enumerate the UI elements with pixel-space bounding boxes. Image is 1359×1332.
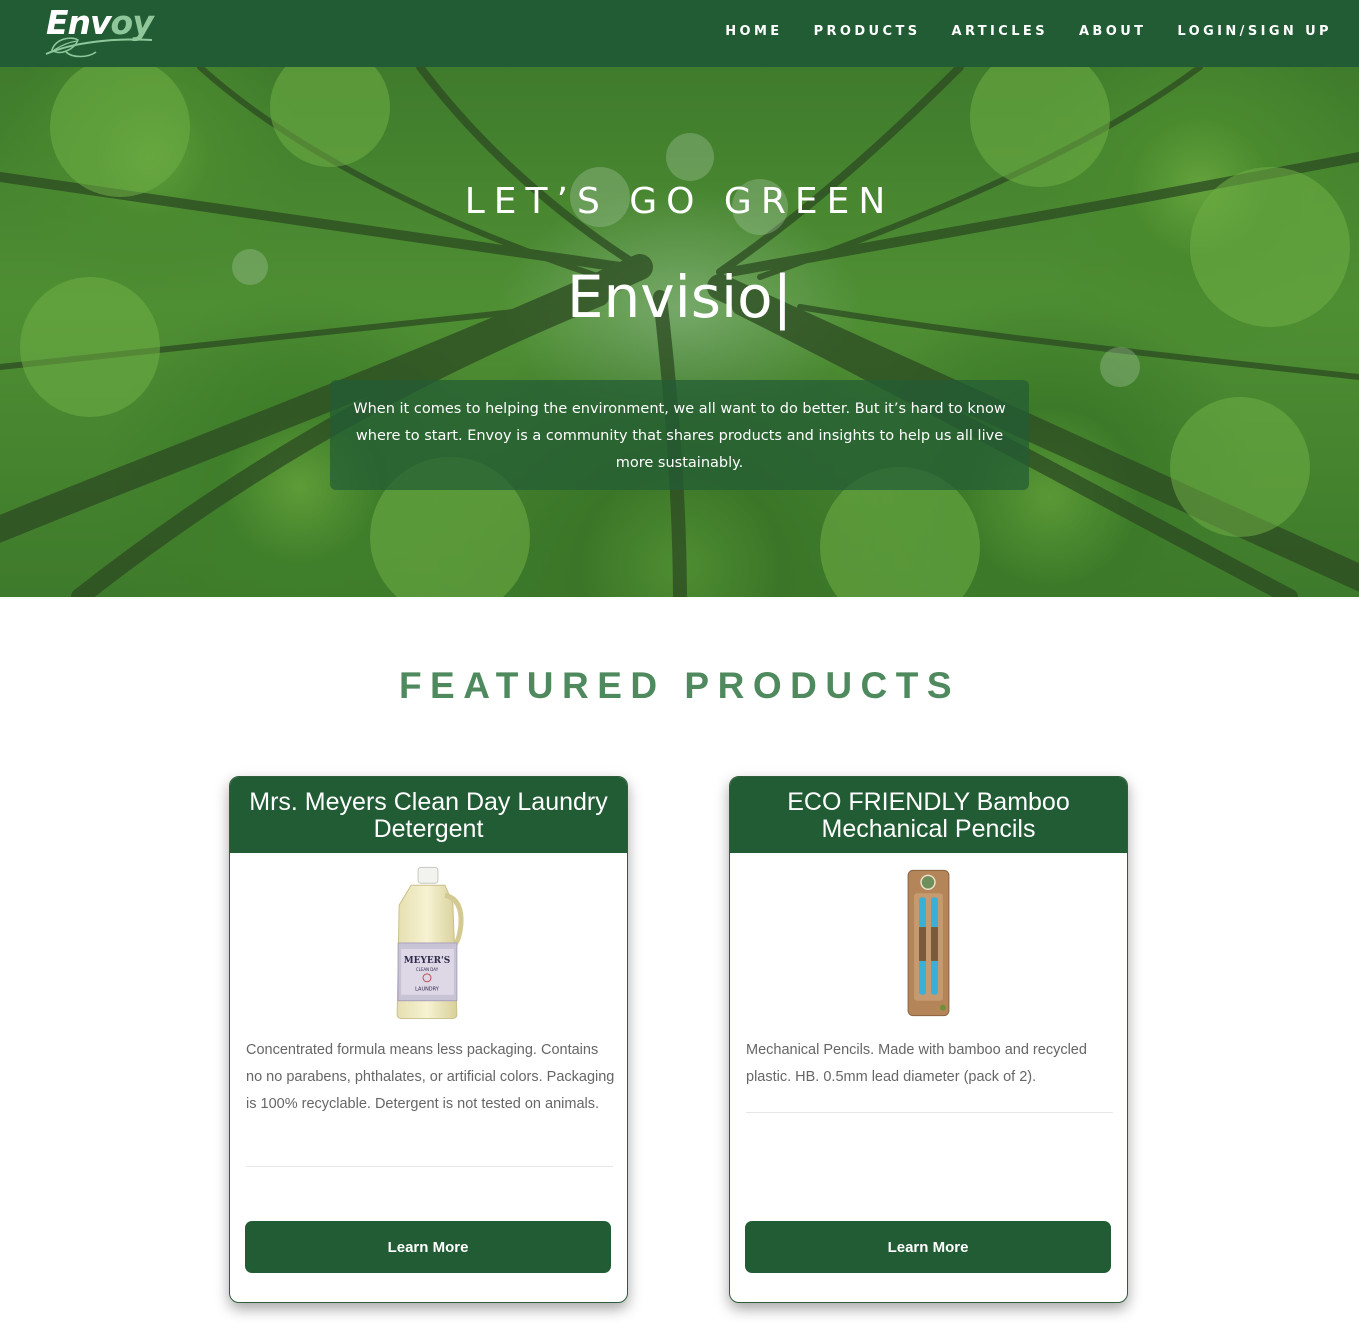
- nav-about[interactable]: ABOUT: [1079, 24, 1146, 39]
- nav-products[interactable]: PRODUCTS: [814, 24, 921, 39]
- nav-login-signup[interactable]: LOGIN/SIGN UP: [1177, 24, 1332, 39]
- product-title: Mrs. Meyers Clean Day Laundry Detergent: [230, 777, 627, 853]
- hero-section: LET’S GO GREEN Envisio| When it comes to…: [0, 67, 1359, 597]
- nav-articles[interactable]: ARTICLES: [952, 24, 1048, 39]
- learn-more-button[interactable]: Learn More: [745, 1221, 1111, 1273]
- hero-title: LET’S GO GREEN: [464, 181, 895, 222]
- nav-home[interactable]: HOME: [725, 24, 782, 39]
- card-divider: [746, 1112, 1113, 1113]
- product-description: Concentrated formula means less packagin…: [246, 1042, 615, 1112]
- card-divider: [246, 1166, 613, 1167]
- navbar: Envoy HOME PRODUCTS ARTICLES ABOUT LOGIN…: [0, 0, 1359, 67]
- svg-text:LAUNDRY: LAUNDRY: [415, 987, 440, 993]
- tree-canopy-background: [0, 67, 1359, 597]
- svg-text:CLEAN DAY: CLEAN DAY: [416, 967, 439, 972]
- product-card: Mrs. Meyers Clean Day Laundry Detergent …: [229, 776, 628, 1303]
- hero-typed-text: Envisio|: [0, 263, 1359, 331]
- featured-products-heading: FEATURED PRODUCTS: [398, 665, 961, 706]
- main-nav: HOME PRODUCTS ARTICLES ABOUT LOGIN/SIGN …: [725, 0, 1332, 62]
- bamboo-pencils-image[interactable]: [730, 865, 1127, 1019]
- logo-wordmark: Envoy: [46, 3, 154, 42]
- typed-word: Envisio: [566, 263, 773, 331]
- learn-more-button[interactable]: Learn More: [245, 1221, 611, 1273]
- svg-text:MEYER'S: MEYER'S: [404, 956, 451, 966]
- detergent-bottle-image[interactable]: MEYER'S CLEAN DAY LAUNDRY: [230, 865, 627, 1019]
- product-title: ECO FRIENDLY Bamboo Mechanical Pencils: [730, 777, 1127, 853]
- typing-caret: |: [772, 263, 793, 331]
- hero-description: When it comes to helping the environment…: [330, 380, 1029, 490]
- envoy-logo[interactable]: Envoy: [44, 4, 159, 60]
- product-card: ECO FRIENDLY Bamboo Mechanical Pencils M…: [729, 776, 1128, 1303]
- product-description: Mechanical Pencils. Made with bamboo and…: [746, 1042, 1087, 1085]
